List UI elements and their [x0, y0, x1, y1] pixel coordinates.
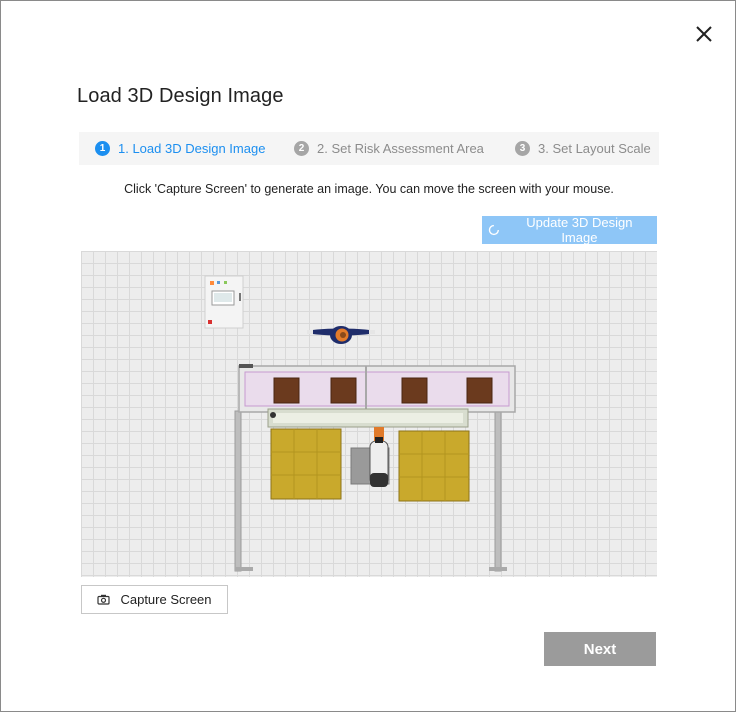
step-1: 1 1. Load 3D Design Image — [95, 132, 265, 165]
pallet-left — [270, 428, 342, 500]
pallet-right — [398, 430, 470, 502]
step-2: 2 2. Set Risk Assessment Area — [294, 132, 484, 165]
load-3d-design-dialog: Load 3D Design Image 1 1. Load 3D Design… — [0, 0, 736, 712]
3d-design-viewport[interactable] — [81, 251, 657, 577]
control-cabinet — [204, 275, 244, 329]
update-3d-design-image-button[interactable]: Update 3D Design Image — [482, 215, 657, 245]
robot-arm — [350, 427, 390, 487]
update-button-label: Update 3D Design Image — [526, 215, 633, 245]
step-indicator: 1 1. Load 3D Design Image 2 2. Set Risk … — [79, 132, 659, 165]
capture-screen-button[interactable]: Capture Screen — [81, 585, 228, 614]
step-2-number: 2 — [294, 141, 309, 156]
step-2-label: 2. Set Risk Assessment Area — [317, 141, 484, 156]
conveyor — [238, 364, 516, 428]
operator-figure — [307, 326, 375, 344]
instruction-text: Click 'Capture Screen' to generate an im… — [124, 182, 614, 196]
camera-icon — [97, 594, 111, 605]
step-3-number: 3 — [515, 141, 530, 156]
next-button[interactable]: Next — [544, 632, 656, 666]
step-1-label: 1. Load 3D Design Image — [118, 141, 266, 156]
step-1-number: 1 — [95, 141, 110, 156]
close-icon[interactable] — [693, 23, 715, 45]
refresh-icon — [488, 224, 499, 236]
step-3-label: 3. Set Layout Scale — [538, 141, 651, 156]
capture-button-label: Capture Screen — [120, 592, 212, 607]
3d-scene — [204, 275, 516, 572]
dialog-title: Load 3D Design Image — [77, 85, 284, 107]
step-3: 3 3. Set Layout Scale — [515, 132, 651, 165]
